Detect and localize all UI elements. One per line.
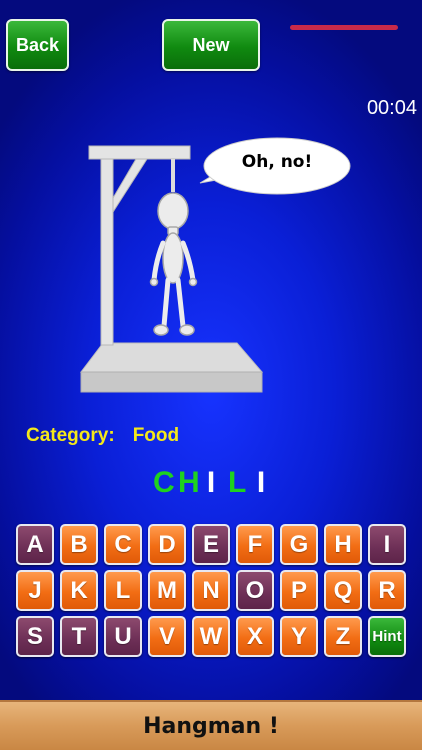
stick-figure: [149, 192, 198, 336]
letter-key-x[interactable]: X: [236, 616, 274, 657]
letter-key-c[interactable]: C: [104, 524, 142, 565]
letter-key-i[interactable]: I: [368, 524, 406, 565]
new-game-button[interactable]: New: [162, 19, 260, 71]
letter-key-s[interactable]: S: [16, 616, 54, 657]
word-letter: I: [206, 466, 216, 499]
letter-key-z[interactable]: Z: [324, 616, 362, 657]
letter-key-q[interactable]: Q: [324, 570, 362, 611]
letter-key-r[interactable]: R: [368, 570, 406, 611]
letter-key-m[interactable]: M: [148, 570, 186, 611]
figure-left-arm: [151, 240, 166, 283]
app-title: Hangman !: [143, 713, 279, 739]
category-value: Food: [132, 425, 180, 446]
gallows-brace: [112, 158, 148, 214]
figure-right-leg: [175, 277, 186, 329]
letter-key-d[interactable]: D: [148, 524, 186, 565]
secret-word: CHILI: [0, 466, 422, 500]
figure-left-leg: [161, 277, 171, 329]
back-button[interactable]: Back: [6, 19, 69, 71]
letter-key-g[interactable]: G: [280, 524, 318, 565]
letter-key-l[interactable]: L: [104, 570, 142, 611]
letter-key-p[interactable]: P: [280, 570, 318, 611]
gallows-base: [79, 342, 264, 373]
category-label: Category:: [26, 425, 115, 446]
word-letter: L: [228, 466, 247, 499]
letter-keyboard: A B C D E F G H I J K L M N O P Q R S T U V W X Y Z Hint: [16, 524, 406, 657]
letter-key-j[interactable]: J: [16, 570, 54, 611]
figure-head: [157, 192, 189, 230]
word-letter: H: [178, 466, 200, 499]
letter-key-e[interactable]: E: [192, 524, 230, 565]
figure-body: [162, 232, 184, 284]
letter-key-v[interactable]: V: [148, 616, 186, 657]
hangman-scene: [79, 137, 351, 393]
letter-key-b[interactable]: B: [60, 524, 98, 565]
figure-left-foot: [153, 324, 169, 336]
letter-key-a[interactable]: A: [16, 524, 54, 565]
gallows-beam: [88, 145, 191, 160]
footer-bar: Hangman !: [0, 700, 422, 750]
letter-key-t[interactable]: T: [60, 616, 98, 657]
letter-key-k[interactable]: K: [60, 570, 98, 611]
letter-key-f[interactable]: F: [236, 524, 274, 565]
word-letter: I: [256, 466, 266, 499]
figure-right-hand: [188, 277, 198, 287]
letter-key-h[interactable]: H: [324, 524, 362, 565]
letter-key-y[interactable]: Y: [280, 616, 318, 657]
speech-bubble-text: Oh, no!: [241, 152, 313, 172]
category-line: Category: Food: [26, 425, 179, 447]
letter-key-n[interactable]: N: [192, 570, 230, 611]
gallows-post: [100, 157, 114, 346]
hint-button[interactable]: Hint: [368, 616, 406, 657]
letter-key-w[interactable]: W: [192, 616, 230, 657]
letter-key-o[interactable]: O: [236, 570, 274, 611]
time-progress-bar: [290, 25, 398, 30]
word-letter: C: [153, 466, 175, 499]
gallows-base-front: [80, 371, 263, 393]
figure-right-foot: [179, 324, 195, 336]
timer: 00:04: [366, 97, 417, 119]
figure-right-arm: [180, 240, 196, 283]
letter-key-u[interactable]: U: [104, 616, 142, 657]
figure-left-hand: [149, 277, 159, 287]
